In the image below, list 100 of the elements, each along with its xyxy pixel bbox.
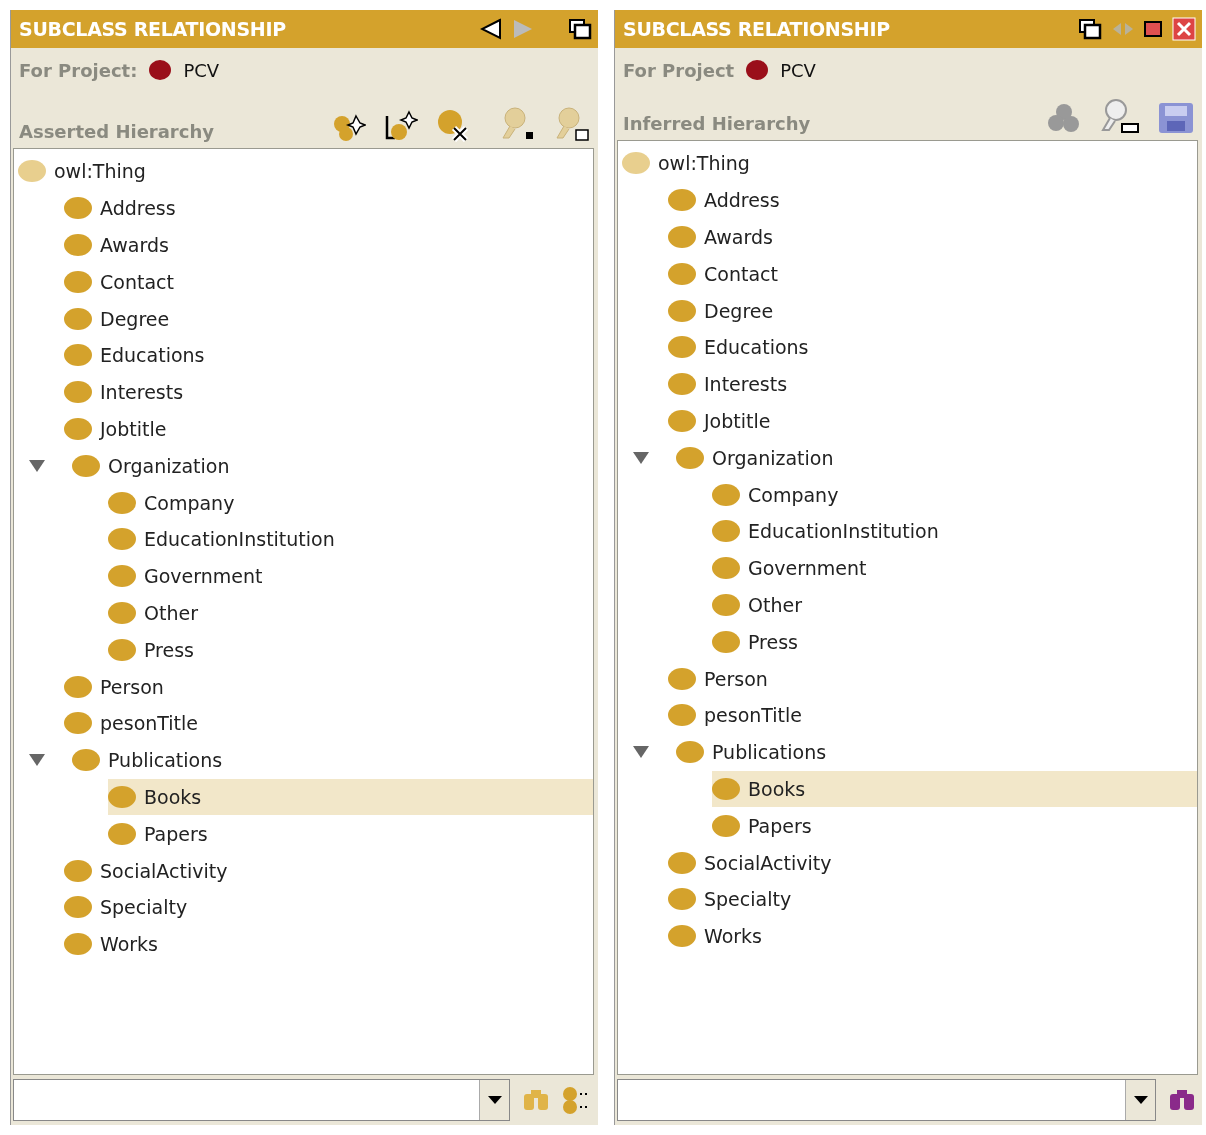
tree-item[interactable]: Papers bbox=[712, 807, 1197, 845]
dropdown-button[interactable] bbox=[1125, 1080, 1155, 1120]
class-icon bbox=[108, 528, 136, 551]
class-label: Press bbox=[748, 630, 798, 653]
class-label: Organization bbox=[712, 446, 834, 469]
tree-item[interactable]: Government bbox=[712, 549, 1197, 587]
tree-item[interactable]: Degree bbox=[668, 292, 1197, 329]
tree-item[interactable]: Jobtitle bbox=[668, 402, 1197, 440]
class-label: Other bbox=[144, 601, 198, 624]
class-label: Papers bbox=[144, 822, 208, 845]
class-icon bbox=[668, 226, 696, 248]
class-label: Contact bbox=[704, 262, 778, 285]
class-icon bbox=[712, 557, 740, 580]
tree-item[interactable]: pesonTitle bbox=[668, 696, 1197, 734]
tree-item[interactable]: Publications bbox=[28, 741, 593, 779]
tree-item[interactable]: Works bbox=[64, 925, 593, 963]
hierarchy-label: Inferred Hierarchy bbox=[623, 113, 812, 134]
tree-item[interactable]: Specialty bbox=[64, 888, 593, 926]
tree-item[interactable]: Awards bbox=[64, 226, 593, 264]
search-button[interactable] bbox=[1168, 1088, 1196, 1112]
tree-item[interactable]: SocialActivity bbox=[64, 852, 593, 889]
tree-item[interactable]: Publications bbox=[632, 733, 1197, 771]
expanded-triangle-icon[interactable] bbox=[28, 753, 46, 768]
close-icon[interactable] bbox=[1172, 17, 1196, 41]
class-icon bbox=[668, 262, 696, 285]
search-field[interactable] bbox=[13, 1079, 510, 1121]
class-icon bbox=[64, 417, 92, 440]
delete-class-icon[interactable] bbox=[436, 108, 470, 142]
expanded-triangle-icon[interactable] bbox=[632, 745, 650, 760]
class-icon bbox=[712, 630, 740, 653]
class-label: owl:Thing bbox=[658, 152, 750, 175]
tree-item[interactable]: Organization bbox=[632, 439, 1197, 477]
tree-item[interactable]: Books bbox=[712, 770, 1197, 808]
dropdown-button[interactable] bbox=[479, 1080, 509, 1120]
maximize-icon[interactable] bbox=[1144, 21, 1162, 37]
tree-item[interactable]: Address bbox=[64, 189, 593, 227]
tree-item[interactable]: SocialActivity bbox=[668, 844, 1197, 881]
save-icon[interactable] bbox=[1158, 102, 1194, 134]
tree-item[interactable]: owl:Thing bbox=[18, 153, 593, 190]
create-sibling-icon[interactable] bbox=[384, 110, 418, 142]
class-label: Jobtitle bbox=[100, 417, 167, 440]
tree-item[interactable]: Other bbox=[712, 586, 1197, 624]
class-icon bbox=[712, 520, 740, 543]
key-icon[interactable] bbox=[1100, 98, 1140, 134]
tree-item[interactable]: Person bbox=[64, 668, 593, 705]
tree-item[interactable]: EducationInstitution bbox=[712, 512, 1197, 550]
search-field[interactable] bbox=[617, 1079, 1156, 1121]
tree-item[interactable]: Press bbox=[712, 623, 1197, 661]
search-binoculars-icon bbox=[1168, 1088, 1196, 1112]
expanded-triangle-icon[interactable] bbox=[632, 450, 650, 465]
class-label: Educations bbox=[704, 336, 809, 359]
class-label: Papers bbox=[748, 814, 812, 837]
tree-item[interactable]: Organization bbox=[28, 447, 593, 485]
tree-item[interactable]: pesonTitle bbox=[64, 704, 593, 742]
project-label: For Project bbox=[623, 59, 735, 81]
window-icon[interactable] bbox=[568, 18, 592, 40]
class-label: Degree bbox=[704, 299, 774, 322]
class-label: Other bbox=[748, 593, 802, 616]
back-icon[interactable] bbox=[480, 18, 502, 40]
window-icon[interactable] bbox=[1078, 18, 1102, 40]
class-label: Organization bbox=[108, 454, 230, 477]
class-icon bbox=[108, 565, 136, 588]
tree-item[interactable]: Educations bbox=[668, 329, 1197, 366]
search-binoculars-icon bbox=[522, 1088, 550, 1112]
tree-item[interactable]: Educations bbox=[64, 337, 593, 374]
tree-item[interactable]: Books bbox=[108, 778, 593, 816]
class-icon bbox=[64, 270, 92, 293]
expanded-triangle-icon[interactable] bbox=[28, 458, 46, 473]
class-icon bbox=[668, 925, 696, 948]
class-icon bbox=[108, 822, 136, 845]
tree-item[interactable]: Company bbox=[108, 484, 593, 521]
create-subclass-icon[interactable] bbox=[332, 114, 366, 142]
tree-item[interactable]: Jobtitle bbox=[64, 410, 593, 448]
tree-item[interactable]: owl:Thing bbox=[622, 145, 1197, 182]
tree-item[interactable]: Contact bbox=[668, 255, 1197, 293]
class-icon bbox=[668, 888, 696, 911]
tree-item[interactable]: Contact bbox=[64, 263, 593, 301]
tree-item[interactable]: Address bbox=[668, 181, 1197, 219]
tree-item[interactable]: Press bbox=[108, 631, 593, 669]
tree-item[interactable]: Other bbox=[108, 594, 593, 632]
class-label: Contact bbox=[100, 270, 174, 293]
tree-item[interactable]: Company bbox=[712, 476, 1197, 513]
tree-item[interactable]: Degree bbox=[64, 300, 593, 337]
key-icon[interactable] bbox=[554, 106, 590, 142]
tree-item[interactable]: Interests bbox=[668, 365, 1197, 403]
class-label: EducationInstitution bbox=[144, 528, 335, 551]
tree-item[interactable]: Awards bbox=[668, 218, 1197, 256]
tree-item[interactable]: Person bbox=[668, 660, 1197, 697]
class-icon bbox=[64, 896, 92, 919]
class-label: Address bbox=[704, 189, 780, 212]
key-icon[interactable] bbox=[500, 106, 536, 142]
class-label: Awards bbox=[100, 234, 169, 256]
tree-item[interactable]: Interests bbox=[64, 373, 593, 411]
tree-item[interactable]: EducationInstitution bbox=[108, 520, 593, 558]
class-icon bbox=[676, 741, 704, 764]
tree-item[interactable]: Works bbox=[668, 917, 1197, 955]
tree-item[interactable]: Specialty bbox=[668, 880, 1197, 918]
tree-item[interactable]: Papers bbox=[108, 815, 593, 853]
tree-item[interactable]: Government bbox=[108, 557, 593, 595]
class-icon bbox=[712, 483, 740, 506]
